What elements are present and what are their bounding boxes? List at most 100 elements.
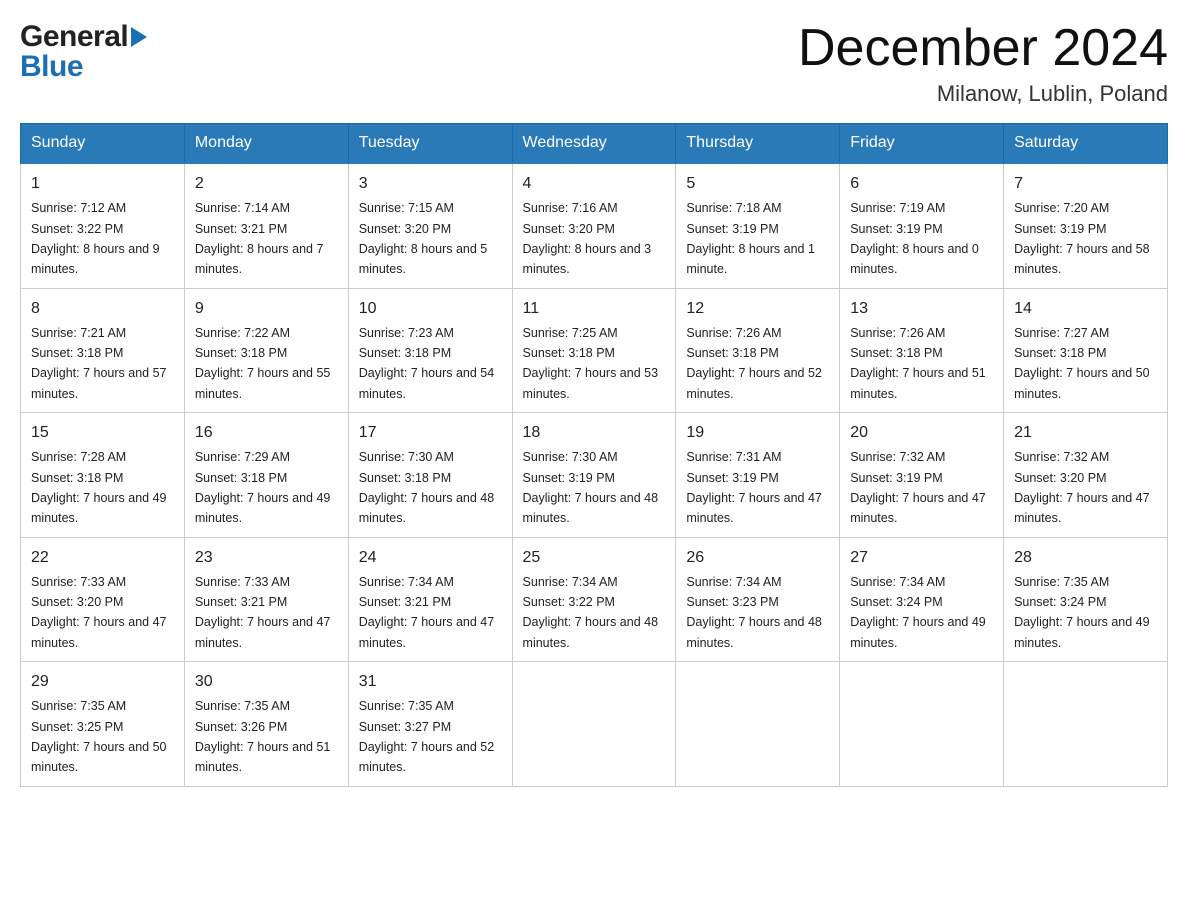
day-number: 24 xyxy=(359,546,502,570)
weekday-header-row: SundayMondayTuesdayWednesdayThursdayFrid… xyxy=(21,124,1168,164)
calendar-table: SundayMondayTuesdayWednesdayThursdayFrid… xyxy=(20,123,1168,787)
calendar-body: 1 Sunrise: 7:12 AMSunset: 3:22 PMDaylight… xyxy=(21,163,1168,786)
calendar-day-cell: 4 Sunrise: 7:16 AMSunset: 3:20 PMDaylight… xyxy=(512,163,676,288)
calendar-day-cell: 19 Sunrise: 7:31 AMSunset: 3:19 PMDayligh… xyxy=(676,413,840,538)
day-number: 15 xyxy=(31,421,174,445)
logo-blue-text: Blue xyxy=(20,50,83,84)
calendar-day-cell: 29Sunrise: 7:35 AMSunset: 3:25 PMDayligh… xyxy=(21,662,185,787)
day-number: 17 xyxy=(359,421,502,445)
calendar-day-cell: 20 Sunrise: 7:32 AMSunset: 3:19 PMDayligh… xyxy=(840,413,1004,538)
day-number: 9 xyxy=(195,297,338,321)
calendar-day-cell: 8 Sunrise: 7:21 AMSunset: 3:18 PMDaylight… xyxy=(21,288,185,413)
day-info: Sunrise: 7:32 AMSunset: 3:19 PMDaylight:… xyxy=(850,450,986,525)
day-info: Sunrise: 7:33 AMSunset: 3:20 PMDaylight:… xyxy=(31,575,167,650)
day-number: 4 xyxy=(523,172,666,196)
day-number: 23 xyxy=(195,546,338,570)
day-info: Sunrise: 7:32 AMSunset: 3:20 PMDaylight:… xyxy=(1014,450,1150,525)
day-info: Sunrise: 7:29 AMSunset: 3:18 PMDaylight:… xyxy=(195,450,331,525)
day-info: Sunrise: 7:16 AMSunset: 3:20 PMDaylight:… xyxy=(523,201,652,276)
day-info: Sunrise: 7:27 AMSunset: 3:18 PMDaylight:… xyxy=(1014,326,1150,401)
day-number: 14 xyxy=(1014,297,1157,321)
day-info: Sunrise: 7:34 AMSunset: 3:21 PMDaylight:… xyxy=(359,575,495,650)
calendar-day-cell: 28 Sunrise: 7:35 AMSunset: 3:24 PMDayligh… xyxy=(1004,537,1168,662)
calendar-week-row: 22Sunrise: 7:33 AMSunset: 3:20 PMDayligh… xyxy=(21,537,1168,662)
day-number: 13 xyxy=(850,297,993,321)
calendar-day-cell: 3Sunrise: 7:15 AMSunset: 3:20 PMDaylight… xyxy=(348,163,512,288)
calendar-day-cell: 2 Sunrise: 7:14 AMSunset: 3:21 PMDaylight… xyxy=(184,163,348,288)
day-number: 10 xyxy=(359,297,502,321)
day-number: 6 xyxy=(850,172,993,196)
calendar-day-cell: 11 Sunrise: 7:25 AMSunset: 3:18 PMDayligh… xyxy=(512,288,676,413)
calendar-week-row: 29Sunrise: 7:35 AMSunset: 3:25 PMDayligh… xyxy=(21,662,1168,787)
day-info: Sunrise: 7:28 AMSunset: 3:18 PMDaylight:… xyxy=(31,450,167,525)
day-number: 27 xyxy=(850,546,993,570)
calendar-day-cell: 16 Sunrise: 7:29 AMSunset: 3:18 PMDayligh… xyxy=(184,413,348,538)
calendar-day-cell xyxy=(512,662,676,787)
day-info: Sunrise: 7:12 AMSunset: 3:22 PMDaylight:… xyxy=(31,201,160,276)
day-info: Sunrise: 7:18 AMSunset: 3:19 PMDaylight:… xyxy=(686,201,815,276)
day-info: Sunrise: 7:22 AMSunset: 3:18 PMDaylight:… xyxy=(195,326,331,401)
title-area: December 2024 Milanow, Lublin, Poland xyxy=(798,20,1168,107)
month-title: December 2024 xyxy=(798,20,1168,77)
day-number: 25 xyxy=(523,546,666,570)
day-info: Sunrise: 7:33 AMSunset: 3:21 PMDaylight:… xyxy=(195,575,331,650)
day-number: 19 xyxy=(686,421,829,445)
day-number: 28 xyxy=(1014,546,1157,570)
day-number: 16 xyxy=(195,421,338,445)
weekday-header-cell: Saturday xyxy=(1004,124,1168,164)
day-info: Sunrise: 7:30 AMSunset: 3:18 PMDaylight:… xyxy=(359,450,495,525)
day-number: 1 xyxy=(31,172,174,196)
calendar-day-cell xyxy=(840,662,1004,787)
calendar-day-cell: 13 Sunrise: 7:26 AMSunset: 3:18 PMDayligh… xyxy=(840,288,1004,413)
day-info: Sunrise: 7:34 AMSunset: 3:23 PMDaylight:… xyxy=(686,575,822,650)
calendar-day-cell: 5 Sunrise: 7:18 AMSunset: 3:19 PMDaylight… xyxy=(676,163,840,288)
calendar-day-cell: 21 Sunrise: 7:32 AMSunset: 3:20 PMDayligh… xyxy=(1004,413,1168,538)
logo-arrow-icon xyxy=(131,27,147,47)
calendar-day-cell: 6Sunrise: 7:19 AMSunset: 3:19 PMDaylight… xyxy=(840,163,1004,288)
day-info: Sunrise: 7:35 AMSunset: 3:24 PMDaylight:… xyxy=(1014,575,1150,650)
day-number: 2 xyxy=(195,172,338,196)
calendar-day-cell: 14 Sunrise: 7:27 AMSunset: 3:18 PMDayligh… xyxy=(1004,288,1168,413)
weekday-header-cell: Friday xyxy=(840,124,1004,164)
day-number: 20 xyxy=(850,421,993,445)
header: General Blue December 2024 Milanow, Lubl… xyxy=(20,20,1168,107)
calendar-day-cell: 7 Sunrise: 7:20 AMSunset: 3:19 PMDaylight… xyxy=(1004,163,1168,288)
logo: General Blue xyxy=(20,20,147,84)
day-info: Sunrise: 7:35 AMSunset: 3:27 PMDaylight:… xyxy=(359,699,495,774)
calendar-day-cell: 23 Sunrise: 7:33 AMSunset: 3:21 PMDayligh… xyxy=(184,537,348,662)
day-info: Sunrise: 7:30 AMSunset: 3:19 PMDaylight:… xyxy=(523,450,659,525)
day-info: Sunrise: 7:35 AMSunset: 3:26 PMDaylight:… xyxy=(195,699,331,774)
day-number: 26 xyxy=(686,546,829,570)
day-info: Sunrise: 7:20 AMSunset: 3:19 PMDaylight:… xyxy=(1014,201,1150,276)
day-info: Sunrise: 7:26 AMSunset: 3:18 PMDaylight:… xyxy=(850,326,986,401)
day-number: 21 xyxy=(1014,421,1157,445)
calendar-day-cell: 31Sunrise: 7:35 AMSunset: 3:27 PMDayligh… xyxy=(348,662,512,787)
calendar-week-row: 1 Sunrise: 7:12 AMSunset: 3:22 PMDaylight… xyxy=(21,163,1168,288)
calendar-day-cell: 27 Sunrise: 7:34 AMSunset: 3:24 PMDayligh… xyxy=(840,537,1004,662)
day-info: Sunrise: 7:25 AMSunset: 3:18 PMDaylight:… xyxy=(523,326,659,401)
day-number: 18 xyxy=(523,421,666,445)
day-number: 7 xyxy=(1014,172,1157,196)
calendar-day-cell: 15 Sunrise: 7:28 AMSunset: 3:18 PMDayligh… xyxy=(21,413,185,538)
day-number: 30 xyxy=(195,670,338,694)
weekday-header-cell: Tuesday xyxy=(348,124,512,164)
weekday-header-cell: Thursday xyxy=(676,124,840,164)
day-number: 8 xyxy=(31,297,174,321)
calendar-day-cell: 24 Sunrise: 7:34 AMSunset: 3:21 PMDayligh… xyxy=(348,537,512,662)
day-info: Sunrise: 7:26 AMSunset: 3:18 PMDaylight:… xyxy=(686,326,822,401)
calendar-day-cell: 26 Sunrise: 7:34 AMSunset: 3:23 PMDayligh… xyxy=(676,537,840,662)
day-info: Sunrise: 7:15 AMSunset: 3:20 PMDaylight:… xyxy=(359,201,488,276)
day-info: Sunrise: 7:21 AMSunset: 3:18 PMDaylight:… xyxy=(31,326,167,401)
day-info: Sunrise: 7:34 AMSunset: 3:24 PMDaylight:… xyxy=(850,575,986,650)
weekday-header-cell: Monday xyxy=(184,124,348,164)
day-number: 11 xyxy=(523,297,666,321)
logo-general-text: General xyxy=(20,20,128,54)
day-info: Sunrise: 7:31 AMSunset: 3:19 PMDaylight:… xyxy=(686,450,822,525)
weekday-header-cell: Wednesday xyxy=(512,124,676,164)
day-info: Sunrise: 7:14 AMSunset: 3:21 PMDaylight:… xyxy=(195,201,324,276)
day-info: Sunrise: 7:34 AMSunset: 3:22 PMDaylight:… xyxy=(523,575,659,650)
calendar-week-row: 8 Sunrise: 7:21 AMSunset: 3:18 PMDaylight… xyxy=(21,288,1168,413)
calendar-day-cell: 22Sunrise: 7:33 AMSunset: 3:20 PMDayligh… xyxy=(21,537,185,662)
calendar-day-cell: 17 Sunrise: 7:30 AMSunset: 3:18 PMDayligh… xyxy=(348,413,512,538)
day-number: 5 xyxy=(686,172,829,196)
